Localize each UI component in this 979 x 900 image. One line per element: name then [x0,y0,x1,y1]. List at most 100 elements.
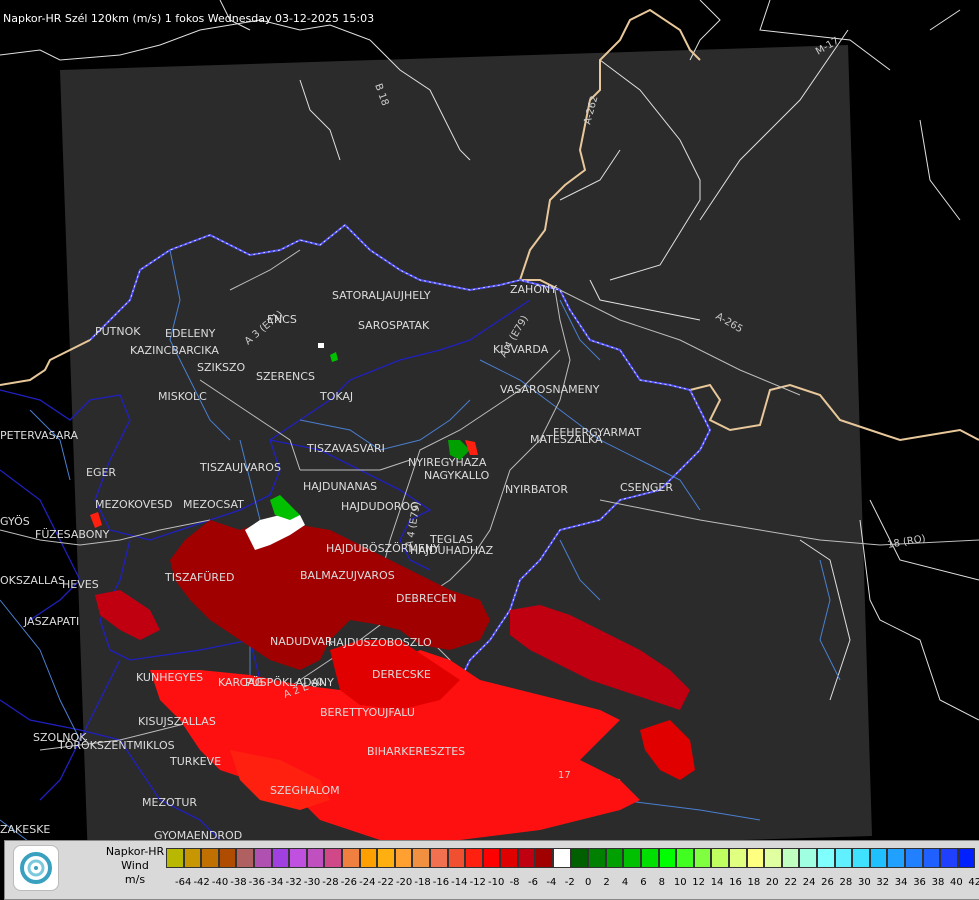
city-label: KISVARDA [493,343,549,356]
legend-tick-label: -32 [285,877,302,888]
city-label: BERETTYOUJFALU [320,706,415,719]
legend-swatch [904,848,923,868]
legend-swatch [834,848,853,868]
legend-tick-label: -16 [432,877,450,888]
city-label: HAJDUSZOBOSZLO [328,636,432,649]
city-label: BALMAZUJVAROS [300,569,395,582]
legend-swatch [253,848,272,868]
legend-tick-label: 6 [640,877,647,888]
legend-tick-label: 26 [821,877,834,888]
city-label: SATORALJAUJHELY [332,289,431,302]
legend-tick-label: 18 [747,877,761,888]
city-label: MATESZALKA [530,433,603,446]
legend-tick-label: 4 [621,877,629,888]
city-label: JASZAPATI [23,615,79,628]
legend-swatch [271,848,290,868]
city-label: PUTNOK [95,325,141,338]
legend-tick-label: 22 [784,877,798,888]
legend-swatch [676,848,694,868]
city-label: VASAROSNAMENY [500,383,600,396]
city-label: TÖRÖKSZENTMIKLOS [57,739,175,752]
city-label: EGER [86,466,116,479]
legend-swatch [887,848,905,868]
city-label: ZAHONY [510,283,557,296]
legend-swatches [166,848,976,868]
city-label: GYÖS [0,515,30,528]
legend-swatch [289,848,307,868]
legend-swatch [957,848,976,868]
city-label: KISUJSZALLAS [138,715,216,728]
legend-tick-label: -38 [230,877,247,888]
city-label: TOKAJ [319,390,353,403]
city-label: MEZOTUR [142,796,197,809]
city-label: HAJDUDOROG [341,500,419,513]
legend-tick-label: 42 [968,877,979,888]
legend-tick-label: 34 [894,877,908,888]
legend-swatch [183,848,202,868]
legend-swatch [869,848,888,868]
legend-swatch [377,848,395,868]
legend-swatch [429,848,448,868]
legend-variable-label: Wind [121,859,149,872]
legend-tick-label: 10 [673,877,687,888]
legend-swatch [658,848,677,868]
city-label: CSENGER [620,481,673,494]
legend-tick-label: -34 [267,877,284,888]
city-label: TURKEVE [169,755,221,768]
city-label: SZEGHALOM [270,784,340,797]
legend-tick-label: 38 [931,877,945,888]
legend-tick-label: -4 [546,877,557,888]
map-title: Napkor-HR Szél 120km (m/s) 1 fokos Wedne… [3,12,375,25]
legend-tick-label: -24 [359,877,376,888]
city-label: NAGYKALLO [424,469,490,482]
legend-tick-label: 30 [857,877,871,888]
legend-swatch [922,848,941,868]
legend-swatch [517,848,536,868]
legend-tick-label: 12 [692,877,706,888]
legend-swatch [852,848,870,868]
legend-swatch [729,848,747,868]
city-label: PETERVASARA [0,429,79,442]
city-label: SZERENCS [256,370,315,383]
legend-swatch [605,848,624,868]
radar-map: B 18 A-262 M-17 A-265 A 3 (E71) A 4 (E79… [0,0,979,871]
legend-unit-label: m/s [124,873,146,886]
legend-tick-label: -64 [175,877,192,888]
city-label: KAZINCBARCIKA [130,344,219,357]
legend-tick-label: 40 [950,877,963,888]
legend-swatch [799,848,817,868]
city-label: DERECSKE [372,668,431,681]
city-label: MEZOCSAT [183,498,244,511]
swirl-icon [20,852,52,884]
city-label: NYIRBATOR [505,483,568,496]
city-label: MEZOKOVESD [95,498,173,511]
legend-swatch [465,848,483,868]
city-label: NYIREGYHAZA [408,456,487,469]
legend-tick-label: 20 [765,877,779,888]
road-label: 18 (RO) [887,533,927,551]
city-label: HEVES [62,578,99,591]
legend-swatch [166,848,184,868]
city-label: ENCS [267,313,297,326]
color-legend: Napkor-HR Wind m/s -64 -42 -40 -38 -36 -34 -32… [4,840,979,900]
legend-tick-label: -6 [527,877,538,888]
legend-swatch [306,848,325,868]
legend-product-label: Napkor-HR [105,845,165,858]
legend-tick-label: 0 [585,877,592,888]
legend-swatch [641,848,659,868]
city-label: NADUDVAR [270,635,333,648]
legend-tick-label: -36 [248,877,265,888]
legend-swatch [412,848,430,868]
legend-tick-label: -20 [395,877,413,888]
legend-swatch [500,848,518,868]
city-label: TISZAFÜRED [164,571,234,584]
city-label: OKSZALLAS [0,574,65,587]
legend-swatch [236,848,254,868]
legend-tick-label: 28 [839,877,853,888]
legend-tick-label: 2 [603,877,610,888]
legend-swatch [816,848,835,868]
legend-ticks: -64 -42 -40 -38 -36 -34 -32 -30 -28 -26 -24 -22 -20-… [166,877,979,891]
legend-swatch [218,848,237,868]
legend-tick-label: -18 [414,877,431,888]
city-label: FÜZESABONY [35,528,110,541]
